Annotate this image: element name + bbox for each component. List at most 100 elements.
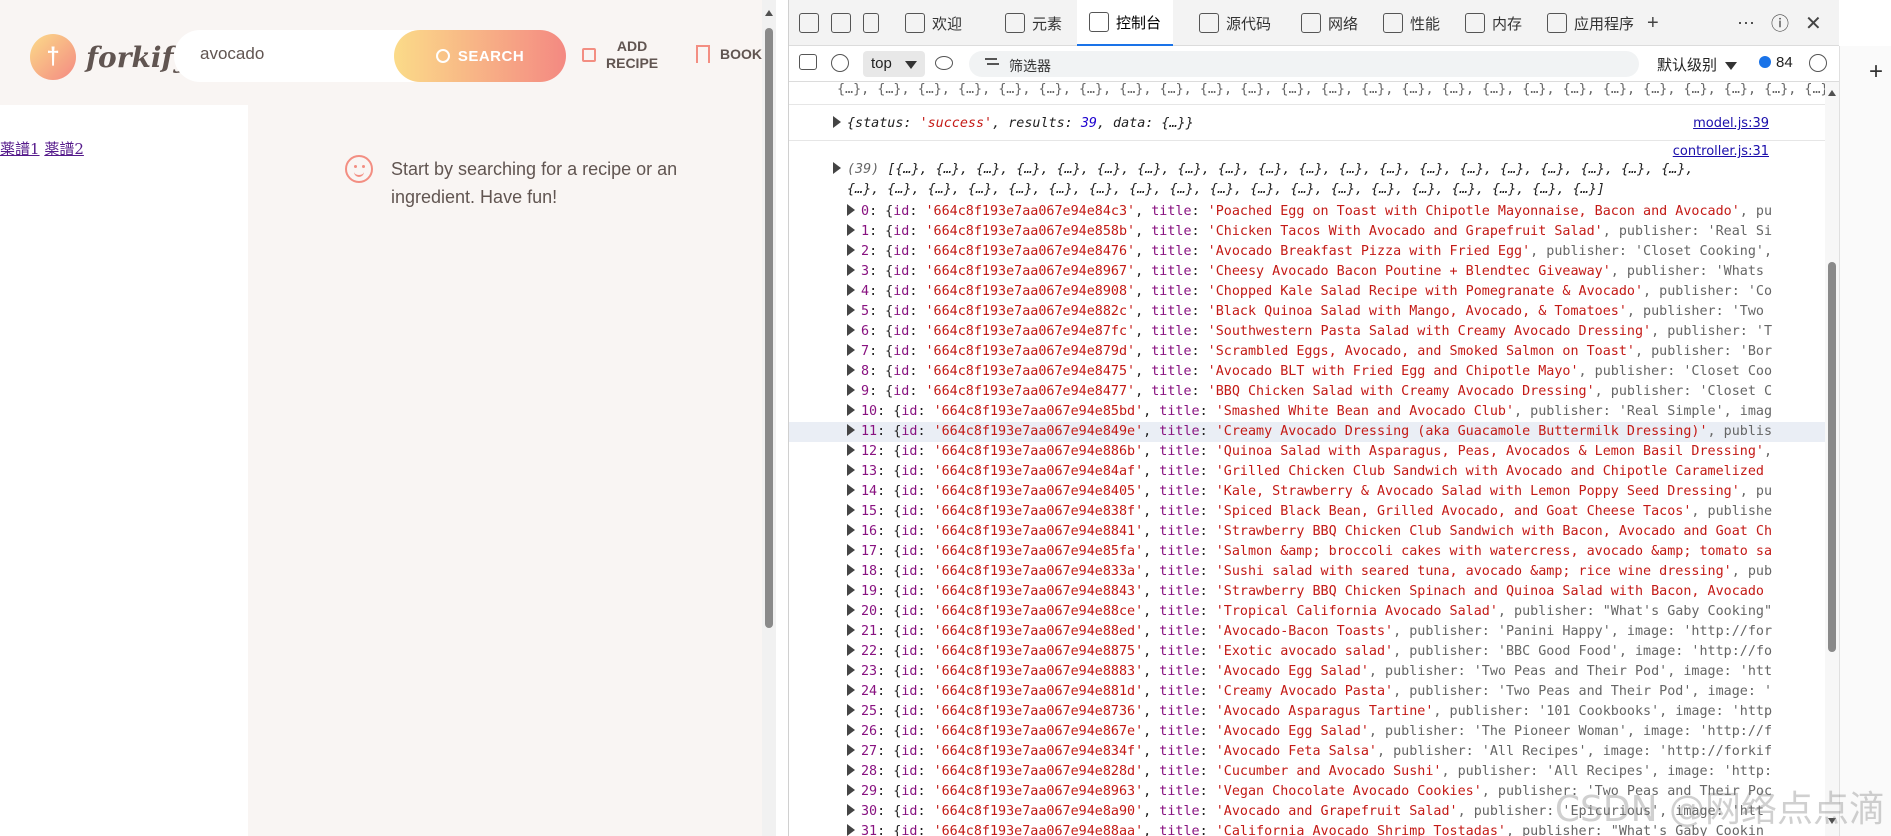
logo[interactable]: † forkify: [30, 34, 190, 80]
expand-triangle-icon[interactable]: [847, 504, 855, 516]
array-item-row[interactable]: 26: {id: '664c8f193e7aa067e94e867e', tit…: [847, 724, 1772, 739]
array-item-row[interactable]: 5: {id: '664c8f193e7aa067e94e882c', titl…: [847, 304, 1764, 319]
expand-triangle-icon[interactable]: [847, 624, 855, 636]
array-item-row[interactable]: 13: {id: '664c8f193e7aa067e94e84af', tit…: [847, 464, 1764, 479]
expand-triangle-icon[interactable]: [847, 464, 855, 476]
inspect-icon[interactable]: [799, 13, 819, 33]
expand-triangle-icon[interactable]: [847, 804, 855, 816]
array-item-row[interactable]: 0: {id: '664c8f193e7aa067e94e84c3', titl…: [847, 204, 1772, 219]
array-item-row[interactable]: 7: {id: '664c8f193e7aa067e94e879d', titl…: [847, 344, 1772, 359]
source-link[interactable]: model.js:39: [1693, 116, 1769, 131]
array-item-row[interactable]: 9: {id: '664c8f193e7aa067e94e8477', titl…: [847, 384, 1772, 399]
page-scrollbar[interactable]: [762, 0, 776, 836]
expand-triangle-icon[interactable]: [847, 364, 855, 376]
tab-sources[interactable]: 源代码: [1189, 0, 1281, 46]
tab-application[interactable]: 应用程序: [1537, 0, 1644, 46]
array-item-row[interactable]: 24: {id: '664c8f193e7aa067e94e881d', tit…: [847, 684, 1772, 699]
array-item-row[interactable]: 17: {id: '664c8f193e7aa067e94e85fa', tit…: [847, 544, 1772, 559]
expand-triangle-icon[interactable]: [833, 116, 841, 128]
expand-triangle-icon[interactable]: [847, 544, 855, 556]
array-item-row[interactable]: 25: {id: '664c8f193e7aa067e94e8736', tit…: [847, 704, 1772, 719]
issues-count-badge[interactable]: 84: [1759, 54, 1793, 71]
context-select[interactable]: top: [863, 51, 925, 77]
tab-performance[interactable]: 性能: [1373, 0, 1450, 46]
expand-triangle-icon[interactable]: [847, 604, 855, 616]
array-item-row[interactable]: 2: {id: '664c8f193e7aa067e94e8476', titl…: [847, 244, 1772, 259]
eye-icon[interactable]: [935, 56, 953, 70]
expand-triangle-icon[interactable]: [847, 324, 855, 336]
console-scrollbar[interactable]: [1825, 82, 1839, 836]
expand-triangle-icon[interactable]: [847, 524, 855, 536]
expand-triangle-icon[interactable]: [847, 744, 855, 756]
tab-elements[interactable]: 元素: [995, 0, 1072, 46]
expand-triangle-icon[interactable]: [847, 764, 855, 776]
array-item-row[interactable]: 1: {id: '664c8f193e7aa067e94e858b', titl…: [847, 224, 1772, 239]
array-item-row[interactable]: 21: {id: '664c8f193e7aa067e94e88ed', tit…: [847, 624, 1772, 639]
array-item-row[interactable]: 8: {id: '664c8f193e7aa067e94e8475', titl…: [847, 364, 1772, 379]
search-input[interactable]: [200, 44, 400, 64]
array-item-row[interactable]: 28: {id: '664c8f193e7aa067e94e828d', tit…: [847, 764, 1772, 779]
expand-triangle-icon[interactable]: [847, 344, 855, 356]
expand-triangle-icon[interactable]: [833, 162, 841, 174]
sidebar-toggle-icon[interactable]: [799, 54, 817, 70]
expand-triangle-icon[interactable]: [847, 784, 855, 796]
array-item-row[interactable]: 11: {id: '664c8f193e7aa067e94e849e', tit…: [847, 424, 1772, 439]
search-button[interactable]: SEARCH: [394, 30, 566, 82]
bookmarks-button[interactable]: BOOK: [696, 45, 762, 69]
array-item-row[interactable]: 12: {id: '664c8f193e7aa067e94e886b', tit…: [847, 444, 1772, 459]
array-item-row[interactable]: 20: {id: '664c8f193e7aa067e94e88ce', tit…: [847, 604, 1772, 619]
scroll-thumb[interactable]: [1828, 262, 1836, 652]
array-item-row[interactable]: 23: {id: '664c8f193e7aa067e94e8883', tit…: [847, 664, 1772, 679]
array-item-row[interactable]: 22: {id: '664c8f193e7aa067e94e8875', tit…: [847, 644, 1772, 659]
array-item-row[interactable]: 15: {id: '664c8f193e7aa067e94e838f', tit…: [847, 504, 1772, 519]
expand-triangle-icon[interactable]: [847, 204, 855, 216]
tab-memory[interactable]: 内存: [1455, 0, 1532, 46]
array-item-row[interactable]: 16: {id: '664c8f193e7aa067e94e8841', tit…: [847, 524, 1772, 539]
expand-triangle-icon[interactable]: [847, 564, 855, 576]
expand-triangle-icon[interactable]: [847, 424, 855, 436]
link-2[interactable]: 薬譜2: [44, 140, 84, 158]
array-item-row[interactable]: 19: {id: '664c8f193e7aa067e94e8843', tit…: [847, 584, 1764, 599]
array-header[interactable]: (39) [{…}, {…}, {…}, {…}, {…}, {…}, {…},…: [833, 162, 1694, 177]
expand-triangle-icon[interactable]: [847, 644, 855, 656]
scroll-thumb[interactable]: [765, 28, 773, 628]
filter-input[interactable]: 筛选器: [969, 51, 1639, 77]
dock-icon[interactable]: [863, 13, 879, 33]
expand-triangle-icon[interactable]: [847, 484, 855, 496]
array-item-row[interactable]: 4: {id: '664c8f193e7aa067e94e8908', titl…: [847, 284, 1772, 299]
add-tab-icon[interactable]: +: [1647, 0, 1659, 46]
expand-triangle-icon[interactable]: [847, 244, 855, 256]
tab-network[interactable]: 网络: [1291, 0, 1368, 46]
expand-triangle-icon[interactable]: [847, 224, 855, 236]
source-link[interactable]: controller.js:31: [1673, 144, 1769, 159]
expand-triangle-icon[interactable]: [847, 444, 855, 456]
expand-triangle-icon[interactable]: [847, 404, 855, 416]
close-icon[interactable]: ✕: [1805, 0, 1822, 46]
array-item-row[interactable]: 18: {id: '664c8f193e7aa067e94e833a', tit…: [847, 564, 1772, 579]
expand-triangle-icon[interactable]: [847, 664, 855, 676]
device-icon[interactable]: [831, 13, 851, 33]
array-item-row[interactable]: 3: {id: '664c8f193e7aa067e94e8967', titl…: [847, 264, 1764, 279]
add-recipe-button[interactable]: ADD RECIPE: [582, 38, 658, 72]
add-panel-icon[interactable]: +: [1869, 58, 1883, 86]
expand-triangle-icon[interactable]: [847, 684, 855, 696]
more-icon[interactable]: ⋯: [1737, 0, 1755, 46]
scroll-up-icon[interactable]: [765, 10, 773, 16]
array-item-row[interactable]: 10: {id: '664c8f193e7aa067e94e85bd', tit…: [847, 404, 1772, 419]
expand-triangle-icon[interactable]: [847, 284, 855, 296]
tab-welcome[interactable]: 欢迎: [895, 0, 972, 46]
array-item-row[interactable]: 6: {id: '664c8f193e7aa067e94e87fc', titl…: [847, 324, 1772, 339]
expand-triangle-icon[interactable]: [847, 584, 855, 596]
link-1[interactable]: 薬譜1: [0, 140, 40, 158]
expand-triangle-icon[interactable]: [847, 384, 855, 396]
array-item-row[interactable]: 14: {id: '664c8f193e7aa067e94e8405', tit…: [847, 484, 1772, 499]
expand-triangle-icon[interactable]: [847, 824, 855, 836]
expand-triangle-icon[interactable]: [847, 264, 855, 276]
settings-gear-icon[interactable]: [1809, 54, 1827, 72]
help-icon[interactable]: ⓘ: [1771, 0, 1789, 46]
expand-triangle-icon[interactable]: [847, 704, 855, 716]
expand-triangle-icon[interactable]: [847, 724, 855, 736]
array-item-row[interactable]: 27: {id: '664c8f193e7aa067e94e834f', tit…: [847, 744, 1772, 759]
log-level-select[interactable]: 默认级别: [1657, 54, 1737, 75]
status-log[interactable]: {status: 'success', results: 39, data: {…: [833, 116, 1194, 131]
